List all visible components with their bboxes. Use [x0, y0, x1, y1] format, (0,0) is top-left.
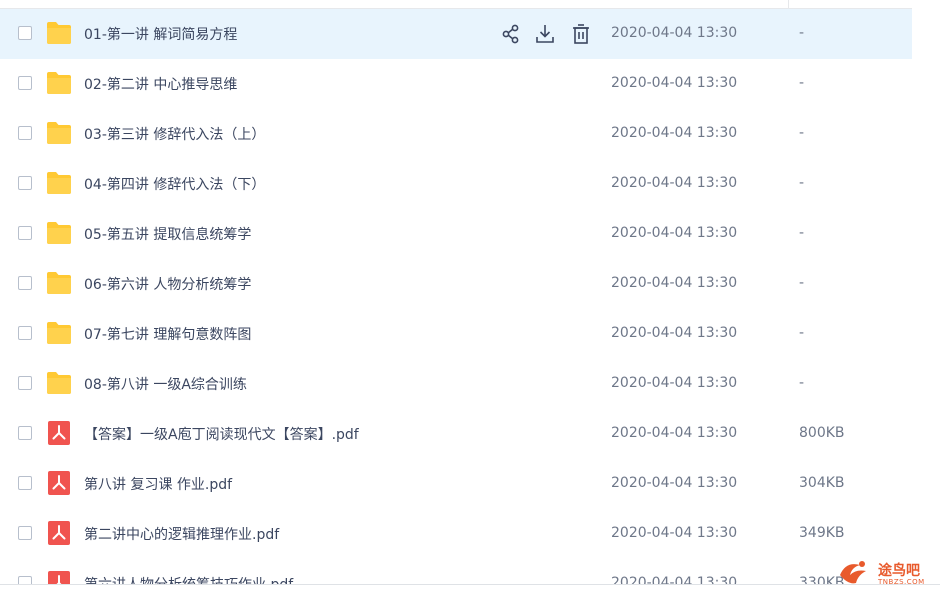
file-name[interactable]: 08-第八讲 一级A综合训练 [84, 374, 247, 394]
file-name[interactable]: 【答案】一级A庖丁阅读现代文【答案】.pdf [84, 424, 359, 444]
folder-icon [47, 22, 71, 44]
folder-icon [47, 372, 71, 394]
file-size: - [799, 375, 805, 391]
folder-icon [47, 122, 71, 144]
file-name[interactable]: 05-第五讲 提取信息统筹学 [84, 224, 251, 244]
watermark-logo: 途鸟吧 TNBZS.COM [836, 555, 936, 591]
watermark-subtext: TNBZS.COM [878, 578, 925, 586]
file-size: 304KB [799, 475, 845, 491]
file-name[interactable]: 03-第三讲 修辞代入法（上） [84, 124, 265, 144]
modified-date: 2020-04-04 13:30 [611, 425, 738, 441]
pdf-file-icon [48, 471, 70, 495]
file-name[interactable]: 第八讲 复习课 作业.pdf [84, 474, 232, 494]
table-row[interactable]: 02-第二讲 中心推导思维 2020-04-04 13:30 - [0, 59, 912, 109]
file-size: - [799, 325, 805, 341]
modified-date: 2020-04-04 13:30 [611, 125, 738, 141]
download-icon[interactable] [534, 23, 556, 45]
scroll-bottom-edge [0, 584, 940, 595]
table-row[interactable]: 08-第八讲 一级A综合训练 2020-04-04 13:30 - [0, 359, 912, 409]
file-size: - [799, 175, 805, 191]
row-checkbox[interactable] [18, 376, 32, 390]
file-name[interactable]: 第二讲中心的逻辑推理作业.pdf [84, 524, 279, 544]
folder-icon [47, 222, 71, 244]
modified-date: 2020-04-04 13:30 [611, 25, 738, 41]
table-row[interactable]: 06-第六讲 人物分析统筹学 2020-04-04 13:30 - [0, 259, 912, 309]
modified-date: 2020-04-04 13:30 [611, 475, 738, 491]
row-checkbox[interactable] [18, 226, 32, 240]
pdf-file-icon [48, 521, 70, 545]
delete-icon[interactable] [570, 23, 592, 45]
folder-icon [47, 172, 71, 194]
file-name[interactable]: 06-第六讲 人物分析统筹学 [84, 274, 251, 294]
file-size: - [799, 275, 805, 291]
modified-date: 2020-04-04 13:30 [611, 275, 738, 291]
modified-date: 2020-04-04 13:30 [611, 225, 738, 241]
folder-icon [47, 72, 71, 94]
row-checkbox[interactable] [18, 476, 32, 490]
folder-icon [47, 272, 71, 294]
folder-icon [47, 322, 71, 344]
file-size: 349KB [799, 525, 845, 541]
modified-date: 2020-04-04 13:30 [611, 75, 738, 91]
modified-date: 2020-04-04 13:30 [611, 525, 738, 541]
table-top-border [0, 0, 912, 9]
file-size: - [799, 75, 805, 91]
table-row[interactable]: 01-第一讲 解词简易方程 2020-04-04 13:30 - [0, 9, 912, 59]
bird-logo-icon [840, 561, 866, 584]
row-checkbox[interactable] [18, 176, 32, 190]
file-size: - [799, 225, 805, 241]
file-size: - [799, 125, 805, 141]
table-row[interactable]: 【答案】一级A庖丁阅读现代文【答案】.pdf 2020-04-04 13:30 … [0, 409, 912, 459]
table-row[interactable]: 07-第七讲 理解句意数阵图 2020-04-04 13:30 - [0, 309, 912, 359]
table-row[interactable]: 第八讲 复习课 作业.pdf 2020-04-04 13:30 304KB [0, 459, 912, 509]
row-checkbox[interactable] [18, 276, 32, 290]
modified-date: 2020-04-04 13:30 [611, 325, 738, 341]
row-actions [500, 23, 600, 45]
file-name[interactable]: 04-第四讲 修辞代入法（下） [84, 174, 265, 194]
table-row[interactable]: 第二讲中心的逻辑推理作业.pdf 2020-04-04 13:30 349KB [0, 509, 912, 559]
share-icon[interactable] [500, 23, 522, 45]
row-checkbox[interactable] [18, 76, 32, 90]
modified-date: 2020-04-04 13:30 [611, 175, 738, 191]
table-row[interactable]: 04-第四讲 修辞代入法（下） 2020-04-04 13:30 - [0, 159, 912, 209]
row-checkbox[interactable] [18, 526, 32, 540]
pdf-file-icon [48, 421, 70, 445]
watermark-text: 途鸟吧 [878, 563, 920, 579]
file-name[interactable]: 02-第二讲 中心推导思维 [84, 74, 237, 94]
file-name[interactable]: 01-第一讲 解词简易方程 [84, 24, 237, 44]
file-list: 01-第一讲 解词简易方程 2020-04-04 13:30 - 02-第二讲 … [0, 9, 940, 609]
modified-date: 2020-04-04 13:30 [611, 375, 738, 391]
file-name[interactable]: 07-第七讲 理解句意数阵图 [84, 324, 251, 344]
row-checkbox[interactable] [18, 426, 32, 440]
row-checkbox[interactable] [18, 326, 32, 340]
row-checkbox[interactable] [18, 126, 32, 140]
file-size: - [799, 25, 805, 41]
file-size: 800KB [799, 425, 845, 441]
table-row[interactable]: 05-第五讲 提取信息统筹学 2020-04-04 13:30 - [0, 209, 912, 259]
table-row[interactable]: 03-第三讲 修辞代入法（上） 2020-04-04 13:30 - [0, 109, 912, 159]
row-checkbox[interactable] [18, 26, 32, 40]
